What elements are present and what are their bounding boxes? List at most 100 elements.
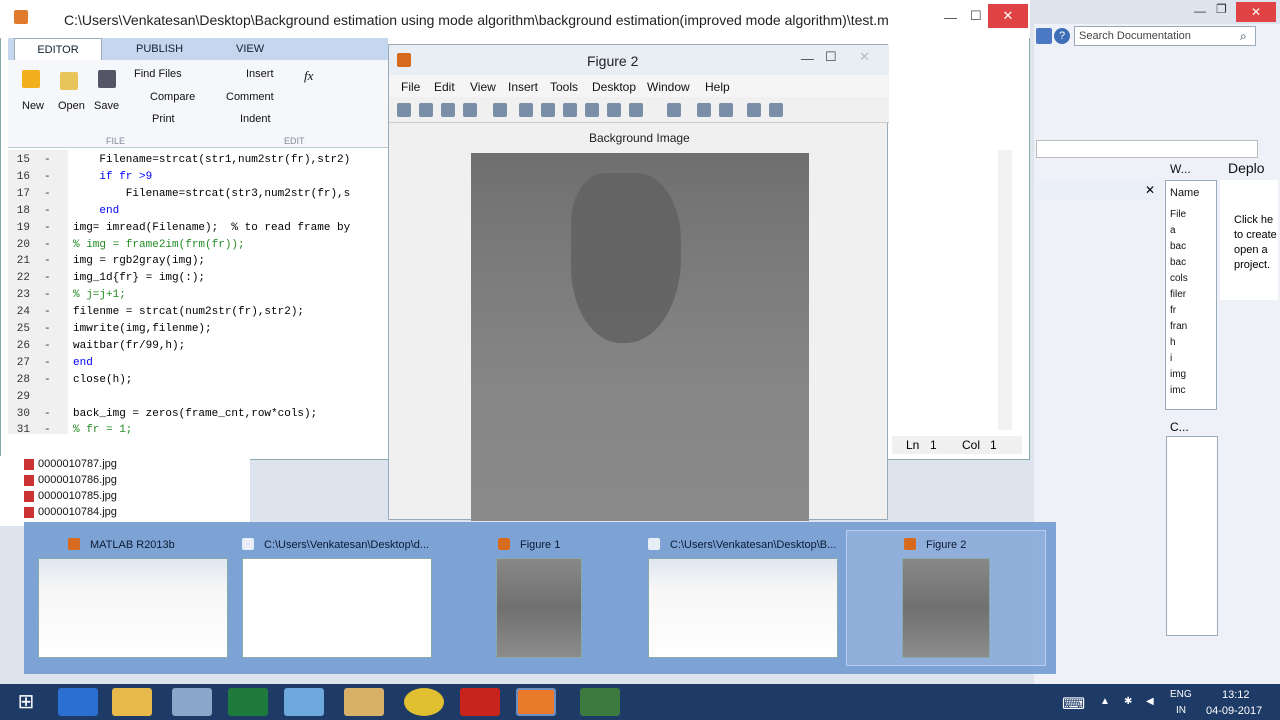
indent-button[interactable]: Indent	[240, 113, 271, 125]
breakpoint-marker[interactable]: -	[44, 222, 51, 234]
clock-date[interactable]: 04-09-2017	[1206, 705, 1262, 717]
toolstrip-icon[interactable]	[1036, 28, 1052, 44]
save-icon[interactable]	[441, 103, 455, 117]
zoom-out-icon[interactable]	[541, 103, 555, 117]
internet-explorer-icon[interactable]	[58, 688, 98, 716]
breakpoint-marker[interactable]: -	[44, 374, 51, 386]
breakpoint-marker[interactable]: -	[44, 408, 51, 420]
deploy-tab[interactable]: Deplo	[1228, 160, 1265, 176]
breakpoint-marker[interactable]: -	[44, 272, 51, 284]
figure-menu-window[interactable]: Window	[647, 80, 690, 94]
workspace-variable[interactable]: bac	[1170, 257, 1186, 268]
pan-icon[interactable]	[563, 103, 577, 117]
workspace-variable[interactable]: fr	[1170, 305, 1176, 316]
figure-menu-desktop[interactable]: Desktop	[592, 80, 636, 94]
language-eng[interactable]: ENG	[1170, 689, 1192, 700]
workspace-variable[interactable]: bac	[1170, 241, 1186, 252]
save-button[interactable]: Save	[94, 100, 119, 112]
keyboard-icon[interactable]: ⌨	[1062, 694, 1085, 714]
code-line[interactable]: img = rgb2gray(img);	[73, 255, 205, 267]
file-list-item[interactable]: 0000010784.jpg	[24, 506, 117, 518]
editor-scrollbar[interactable]	[998, 150, 1012, 430]
breakpoint-marker[interactable]: -	[44, 357, 51, 369]
details-close-icon[interactable]: ✕	[1145, 183, 1155, 197]
print-button[interactable]: Print	[152, 113, 175, 125]
close-button[interactable]: ✕	[988, 4, 1028, 28]
show-plot-tools-icon[interactable]	[769, 103, 783, 117]
figure-menu-help[interactable]: Help	[705, 80, 730, 94]
command-history-title[interactable]: C...	[1170, 420, 1189, 434]
open-icon[interactable]	[419, 103, 433, 117]
bluetooth-icon[interactable]: ✱	[1124, 696, 1132, 707]
code-line[interactable]: img= imread(Filename); % to read frame b…	[73, 222, 350, 234]
figure-close[interactable]: ✕	[859, 49, 870, 65]
window-preview-thumbnail[interactable]	[902, 558, 990, 658]
code-line[interactable]: waitbar(fr/99,h);	[73, 340, 185, 352]
file-list-item[interactable]: 0000010787.jpg	[24, 458, 117, 470]
zoom-in-icon[interactable]	[519, 103, 533, 117]
code-line[interactable]: end	[73, 357, 93, 369]
start-button[interactable]: ⊞	[6, 688, 46, 716]
rotate-icon[interactable]	[585, 103, 599, 117]
workspace-variable[interactable]: h	[1170, 337, 1176, 348]
open-button[interactable]: Open	[58, 100, 85, 112]
figure-maximize[interactable]: ☐	[825, 49, 837, 65]
tab-publish[interactable]: PUBLISH	[136, 38, 183, 60]
figure-menu-tools[interactable]: Tools	[550, 80, 578, 94]
search-documentation-input[interactable]: Search Documentation	[1074, 26, 1256, 46]
tab-view[interactable]: VIEW	[236, 38, 264, 60]
preview-label[interactable]: C:\Users\Venkatesan\Desktop\B...	[670, 539, 836, 551]
file-explorer-icon[interactable]	[112, 688, 152, 716]
workspace-variable[interactable]: imc	[1170, 385, 1186, 396]
window-preview-thumbnail[interactable]	[38, 558, 228, 658]
figure-menu-insert[interactable]: Insert	[508, 80, 538, 94]
figure-menu-file[interactable]: File	[401, 80, 420, 94]
data-cursor-icon[interactable]	[607, 103, 621, 117]
maximize-button[interactable]: ☐	[970, 8, 982, 24]
code-line[interactable]: close(h);	[73, 374, 132, 386]
print-icon[interactable]	[463, 103, 477, 117]
workspace-variable[interactable]: fran	[1170, 321, 1187, 332]
file-list-item[interactable]: 0000010786.jpg	[24, 474, 117, 486]
current-folder-address[interactable]	[1036, 140, 1258, 158]
breakpoint-marker[interactable]: -	[44, 306, 51, 318]
breakpoint-marker[interactable]: -	[44, 205, 51, 217]
file-list-item[interactable]: 0000010785.jpg	[24, 490, 117, 502]
clock-time[interactable]: 13:12	[1222, 689, 1250, 701]
matlab-figure-taskbar-icon[interactable]	[580, 688, 620, 716]
tray-chevron-icon[interactable]: ▲	[1100, 696, 1110, 707]
code-line[interactable]: imwrite(img,filenme);	[73, 323, 212, 335]
minimize-button[interactable]: —	[944, 10, 957, 25]
code-line[interactable]: % img = frame2im(frm(fr));	[73, 239, 245, 251]
hide-plot-tools-icon[interactable]	[747, 103, 761, 117]
comment-button[interactable]: Comment	[226, 91, 274, 103]
breakpoint-marker[interactable]: -	[44, 239, 51, 251]
code-line[interactable]: end	[73, 205, 119, 217]
breakpoint-marker[interactable]: -	[44, 171, 51, 183]
volume-icon[interactable]: ◀	[1146, 696, 1154, 707]
brush-icon[interactable]	[629, 103, 643, 117]
code-line[interactable]: Filename=strcat(str1,num2str(fr),str2)	[73, 154, 350, 166]
workspace-variable[interactable]: cols	[1170, 273, 1188, 284]
figure-menu-edit[interactable]: Edit	[434, 80, 455, 94]
workspace-variable[interactable]: img	[1170, 369, 1186, 380]
tab-editor[interactable]: EDITOR	[14, 38, 102, 60]
breakpoint-marker[interactable]: -	[44, 154, 51, 166]
figure-menu-view[interactable]: View	[470, 80, 496, 94]
preview-label[interactable]: Figure 1	[520, 539, 560, 551]
workspace-variable[interactable]: a	[1170, 225, 1176, 236]
code-line[interactable]: % fr = 1;	[73, 424, 132, 436]
breakpoint-marker[interactable]: -	[44, 255, 51, 267]
code-line[interactable]: if fr >9	[73, 171, 152, 183]
matlab-taskbar-icon[interactable]	[516, 688, 556, 716]
code-line[interactable]: img_1d{fr} = img(:);	[73, 272, 205, 284]
colorbar-icon[interactable]	[697, 103, 711, 117]
breakpoint-marker[interactable]: -	[44, 289, 51, 301]
code-line[interactable]: % j=j+1;	[73, 289, 126, 301]
new-figure-icon[interactable]	[397, 103, 411, 117]
pointer-icon[interactable]	[493, 103, 507, 117]
legend-icon[interactable]	[719, 103, 733, 117]
preview-label[interactable]: C:\Users\Venkatesan\Desktop\d...	[264, 539, 429, 551]
matlab-minimize[interactable]: —	[1194, 4, 1206, 18]
fx-button[interactable]: fx	[304, 68, 313, 84]
